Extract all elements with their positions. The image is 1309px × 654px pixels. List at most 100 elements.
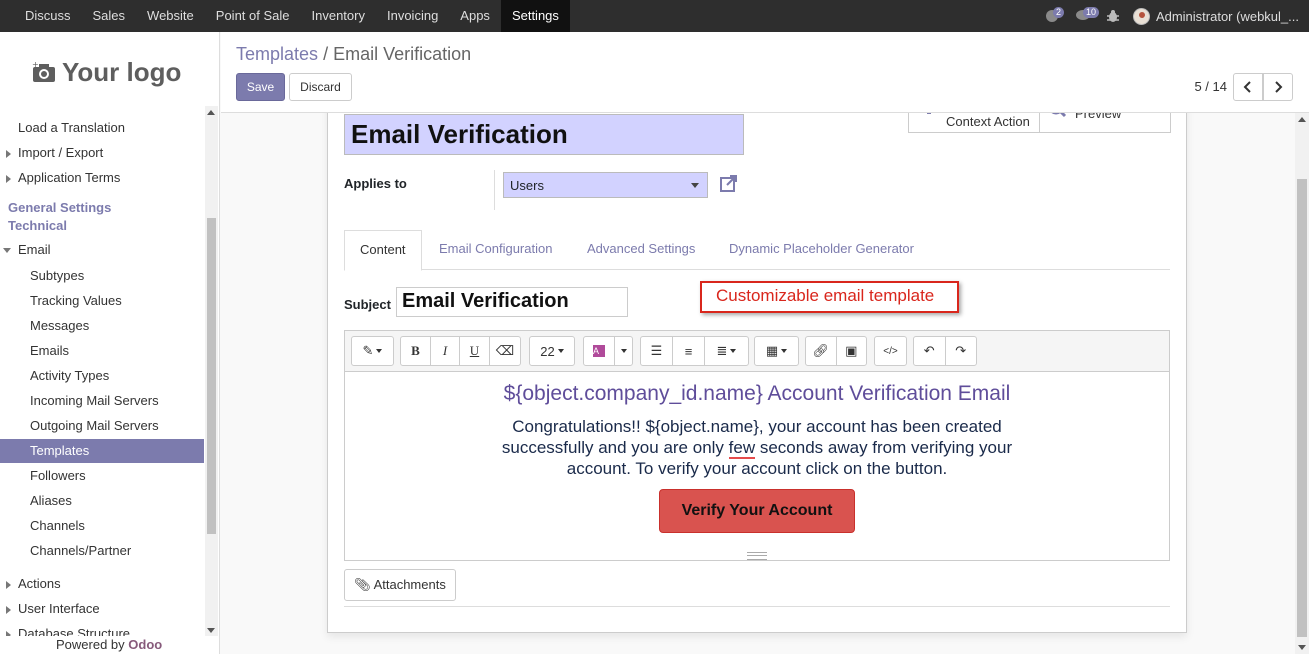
pager-previous-button[interactable] bbox=[1233, 73, 1263, 101]
resize-handle[interactable] bbox=[747, 552, 767, 560]
sidebar-item-email[interactable]: Email bbox=[0, 238, 51, 262]
eraser-icon[interactable]: ⌫ bbox=[490, 337, 520, 365]
divider bbox=[494, 170, 495, 210]
style-dropdown[interactable]: ✎ bbox=[351, 336, 394, 366]
sidebar-item-user-interface[interactable]: User Interface bbox=[0, 597, 100, 621]
menu-settings[interactable]: Settings bbox=[500, 0, 570, 32]
context-action-button[interactable]: Context Action bbox=[909, 113, 1040, 132]
external-link-icon[interactable] bbox=[719, 174, 739, 194]
menu-discuss[interactable]: Discuss bbox=[14, 0, 82, 32]
sidebar-item-activity-types[interactable]: Activity Types bbox=[30, 364, 109, 388]
sidebar-item-load-translation[interactable]: Load a Translation bbox=[18, 116, 125, 140]
sidebar-item-templates[interactable]: Templates bbox=[0, 439, 204, 463]
breadcrumb-separator: / bbox=[323, 44, 329, 64]
menu-website[interactable]: Website bbox=[136, 0, 205, 32]
tab-advanced-settings[interactable]: Advanced Settings bbox=[587, 230, 695, 270]
sidebar-item-label: Database Structure bbox=[18, 626, 131, 636]
sidebar-section-technical[interactable]: Technical bbox=[8, 214, 67, 238]
redo-icon[interactable]: ↷ bbox=[946, 337, 977, 365]
scroll-up-icon[interactable] bbox=[1298, 117, 1306, 122]
main-scrollbar[interactable] bbox=[1295, 113, 1309, 654]
scroll-up-icon[interactable] bbox=[207, 110, 215, 115]
sidebar-item-outgoing-mail-servers[interactable]: Outgoing Mail Servers bbox=[30, 414, 159, 438]
applies-to-select[interactable]: Users bbox=[503, 172, 708, 198]
attachments-button[interactable]: 📎︎ Attachments bbox=[344, 569, 456, 601]
camera-icon: + bbox=[32, 61, 55, 82]
numbered-list-icon[interactable]: ≡ bbox=[673, 337, 705, 365]
plus-icon bbox=[927, 113, 931, 114]
pager-next-button[interactable] bbox=[1263, 73, 1293, 101]
attachments-label: Attachments bbox=[373, 577, 446, 592]
user-menu[interactable]: Administrator (webkul_... bbox=[1132, 7, 1299, 25]
sidebar-item-channels[interactable]: Channels bbox=[30, 514, 85, 538]
history-group: ↶ ↷ bbox=[913, 336, 977, 366]
sidebar-item-label: User Interface bbox=[18, 601, 100, 616]
sidebar-item-aliases[interactable]: Aliases bbox=[30, 489, 72, 513]
code-view-button[interactable]: </> bbox=[874, 336, 907, 366]
sidebar-item-emails[interactable]: Emails bbox=[30, 339, 69, 363]
editor-content[interactable]: ${object.company_id.name} Account Verifi… bbox=[345, 372, 1169, 550]
sidebar-item-database-structure[interactable]: Database Structure bbox=[0, 622, 130, 636]
breadcrumb-current: Email Verification bbox=[333, 44, 472, 64]
scroll-down-icon[interactable] bbox=[207, 628, 215, 633]
menu-apps[interactable]: Apps bbox=[449, 0, 501, 32]
pager-value[interactable]: 5 / 14 bbox=[1194, 79, 1227, 94]
paragraph-group: ☰ ≡ ≣ bbox=[640, 336, 749, 366]
undo-icon[interactable]: ↶ bbox=[914, 337, 946, 365]
image-icon[interactable]: ▣ bbox=[837, 337, 867, 365]
sidebar-item-actions[interactable]: Actions bbox=[0, 572, 61, 596]
discard-button[interactable]: Discard bbox=[289, 73, 352, 101]
smart-buttons: Context Action Preview bbox=[908, 113, 1171, 133]
html-editor[interactable]: ✎ B I U ⌫ 22 A ☰ ≡ ≣ ▦ 🔗︎ ▣ </> ↶ ↷ ${ob… bbox=[344, 330, 1170, 561]
bug-icon[interactable] bbox=[1106, 9, 1119, 23]
sidebar-item-messages[interactable]: Messages bbox=[30, 314, 89, 338]
font-color-icon[interactable]: A bbox=[584, 337, 615, 365]
scrollbar-thumb[interactable] bbox=[207, 218, 216, 534]
font-size-dropdown[interactable]: 22 bbox=[529, 336, 575, 366]
logo-text: Your logo bbox=[62, 56, 182, 87]
sidebar-scrollbar[interactable] bbox=[205, 106, 218, 636]
italic-icon[interactable]: I bbox=[431, 337, 460, 365]
breadcrumb-templates[interactable]: Templates bbox=[236, 44, 318, 64]
company-logo[interactable]: + Your logo bbox=[32, 52, 181, 92]
table-dropdown[interactable]: ▦ bbox=[754, 336, 799, 366]
preview-button[interactable]: Preview bbox=[1040, 113, 1170, 132]
chat-button[interactable]: 2 bbox=[1045, 7, 1064, 23]
sidebar-item-incoming-mail-servers[interactable]: Incoming Mail Servers bbox=[30, 389, 159, 413]
sidebar-item-tracking-values[interactable]: Tracking Values bbox=[30, 289, 122, 313]
subject-label: Subject bbox=[344, 297, 391, 312]
subject-field[interactable]: Email Verification bbox=[396, 287, 628, 317]
menu-inventory[interactable]: Inventory bbox=[301, 0, 376, 32]
sidebar-item-subtypes[interactable]: Subtypes bbox=[30, 264, 84, 288]
powered-by: Powered by Odoo bbox=[56, 637, 162, 652]
sidebar-item-channels-partner[interactable]: Channels/Partner bbox=[30, 539, 131, 563]
tab-content[interactable]: Content bbox=[344, 230, 422, 271]
odoo-link[interactable]: Odoo bbox=[128, 637, 162, 652]
chevron-right-icon bbox=[1275, 81, 1283, 93]
tab-dynamic-placeholder-generator[interactable]: Dynamic Placeholder Generator bbox=[729, 230, 914, 270]
code-icon: </> bbox=[883, 345, 898, 357]
divider bbox=[344, 606, 1170, 607]
save-button[interactable]: Save bbox=[236, 73, 285, 101]
link-icon[interactable]: 🔗︎ bbox=[806, 337, 837, 365]
menu-invoicing[interactable]: Invoicing bbox=[376, 0, 449, 32]
magic-wand-icon: ✎ bbox=[352, 337, 393, 365]
activity-button[interactable]: 10 bbox=[1075, 7, 1099, 23]
sidebar-item-application-terms[interactable]: Application Terms bbox=[0, 166, 120, 190]
scroll-down-icon[interactable] bbox=[1298, 645, 1306, 650]
menu-sales[interactable]: Sales bbox=[82, 0, 137, 32]
tab-email-configuration[interactable]: Email Configuration bbox=[439, 230, 552, 270]
chevron-left-icon bbox=[1243, 81, 1251, 93]
bold-icon[interactable]: B bbox=[401, 337, 431, 365]
underline-icon[interactable]: U bbox=[460, 337, 490, 365]
template-name-field[interactable]: Email Verification bbox=[344, 114, 744, 155]
color-caret-icon[interactable] bbox=[615, 337, 632, 365]
table-icon: ▦ bbox=[755, 337, 798, 365]
sidebar-item-import-export[interactable]: Import / Export bbox=[0, 141, 103, 165]
scrollbar-thumb[interactable] bbox=[1297, 179, 1307, 637]
sidebar-item-followers[interactable]: Followers bbox=[30, 464, 86, 488]
verify-account-button[interactable]: Verify Your Account bbox=[659, 489, 855, 533]
align-dropdown-icon[interactable]: ≣ bbox=[705, 337, 748, 365]
bullet-list-icon[interactable]: ☰ bbox=[641, 337, 673, 365]
menu-point-of-sale[interactable]: Point of Sale bbox=[205, 0, 301, 32]
